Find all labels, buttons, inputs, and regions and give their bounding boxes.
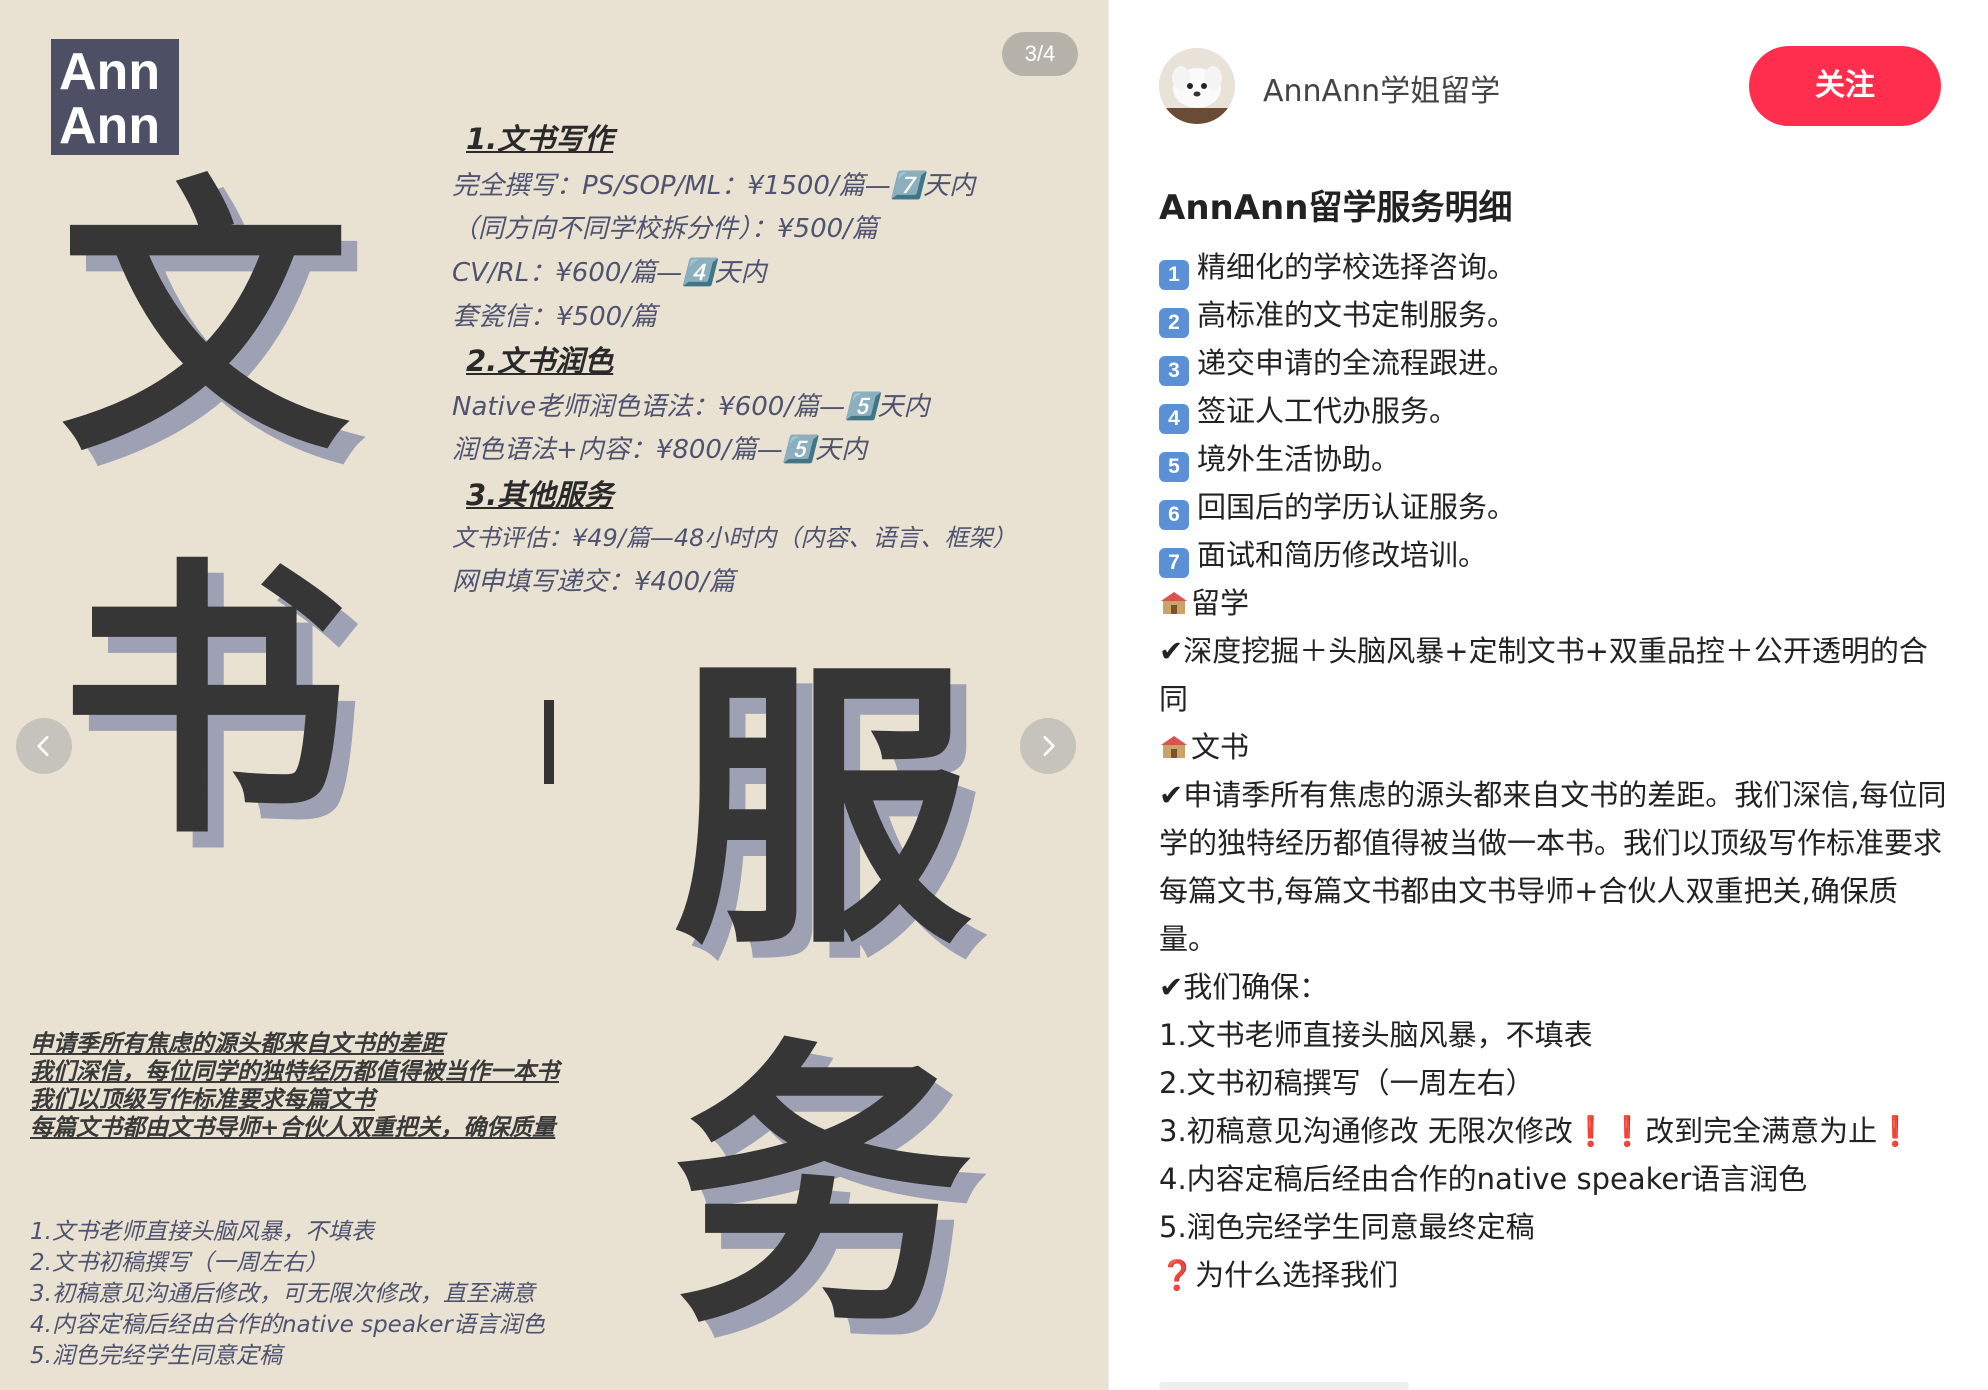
- school-icon: [1161, 736, 1187, 758]
- section-2-line-2: 润色语法+内容：¥800/篇—5️⃣天内: [452, 435, 868, 465]
- section-1-line-4: 套瓷信：¥500/篇: [452, 302, 657, 332]
- keycap-number-icon: 4: [1159, 404, 1189, 434]
- list-line-2: 2.文书初稿撰写（一周左右）: [30, 1250, 328, 1276]
- dog-avatar-icon: [1159, 48, 1235, 124]
- logo-line-1: Ann: [59, 43, 161, 101]
- docs-heading: 文书: [1159, 723, 1949, 771]
- chevron-right-icon: [1043, 736, 1055, 756]
- section-heading-2: 2.文书润色: [466, 344, 614, 378]
- section-1-line-3: CV/RL：¥600/篇—4️⃣天内: [452, 258, 767, 288]
- exclamation-icon: ❗: [1877, 1114, 1914, 1148]
- section-2-line-1: Native老师润色语法：¥600/篇—5️⃣天内: [452, 392, 930, 422]
- step-item: 1.文书老师直接头脑风暴，不填表: [1159, 1018, 1593, 1052]
- keycap-number-icon: 5: [1159, 452, 1189, 482]
- note-panel: AnnAnn学姐留学 关注 AnnAnn留学服务明细 1 精细化的学校选择咨询。 …: [1108, 0, 1988, 1390]
- service-item: 4 签证人工代办服务。: [1159, 387, 1949, 435]
- section-1-line-1: 完全撰写：PS/SOP/ML：¥1500/篇—7️⃣天内: [452, 171, 976, 201]
- docs-text: ✔申请季所有焦虑的源头都来自文书的差距。我们深信,每位同学的独特经历都值得被当做…: [1159, 778, 1947, 956]
- keycap-number-icon: 7: [1159, 548, 1189, 578]
- note-title: AnnAnn留学服务明细: [1159, 188, 1513, 228]
- avatar[interactable]: [1159, 48, 1235, 124]
- author-name[interactable]: AnnAnn学姐留学: [1263, 66, 1500, 110]
- annann-logo: Ann Ann: [51, 39, 179, 155]
- school-icon: [1161, 592, 1187, 614]
- service-item: 2 高标准的文书定制服务。: [1159, 291, 1949, 339]
- list-line-3: 3.初稿意见沟通后修改，可无限次修改，直至满意: [30, 1281, 535, 1307]
- follow-button[interactable]: 关注: [1749, 46, 1941, 126]
- keycap-number-icon: 3: [1159, 356, 1189, 386]
- big-char-shu: 书: [60, 536, 350, 873]
- step-item: 5.润色完经学生同意最终定稿: [1159, 1210, 1535, 1244]
- keycap-number-icon: 6: [1159, 500, 1189, 530]
- question-icon: ❓: [1159, 1258, 1196, 1292]
- section-3-line-1: 文书评估：¥49/篇—48小时内（内容、语言、框架）: [452, 524, 1017, 552]
- carousel-next-button[interactable]: [1020, 718, 1076, 774]
- bold-line-4: 每篇文书都由文书导师+合伙人双重把关，确保质量: [30, 1115, 556, 1141]
- list-line-4: 4.内容定稿后经由合作的native speaker语言润色: [30, 1312, 545, 1338]
- why-heading: ❓为什么选择我们: [1159, 1258, 1399, 1292]
- service-item: 3 递交申请的全流程跟进。: [1159, 339, 1949, 387]
- study-text: ✔深度挖掘＋头脑风暴+定制文书+双重品控＋公开透明的合同: [1159, 634, 1928, 716]
- service-item: 6 回国后的学历认证服务。: [1159, 483, 1949, 531]
- section-heading-1: 1.文书写作: [466, 122, 614, 156]
- section-3-line-2: 网申填写递交：¥400/篇: [452, 567, 735, 597]
- big-char-wu: 务: [672, 1015, 972, 1364]
- poster-image: Ann Ann 文 书 服 务 1.文书写作 完全撰写：PS/SOP/ML：¥1…: [0, 0, 1108, 1390]
- carousel-prev-button[interactable]: [16, 718, 72, 774]
- big-char-wen: 文: [60, 154, 350, 491]
- keycap-number-icon: 1: [1159, 260, 1189, 290]
- image-counter: 3/4: [1002, 32, 1078, 76]
- section-heading-3: 3.其他服务: [466, 478, 614, 512]
- keycap-number-icon: 2: [1159, 308, 1189, 338]
- ensure-heading: ✔我们确保：: [1159, 970, 1329, 1004]
- big-char-fu: 服: [672, 635, 972, 984]
- step-item: 3.初稿意见沟通修改 无限次修改❗❗改到完全满意为止❗: [1159, 1114, 1914, 1148]
- section-1-line-2: （同方向不同学校拆分件）：¥500/篇: [452, 214, 878, 244]
- note-body: 1 精细化的学校选择咨询。 2 高标准的文书定制服务。 3 递交申请的全流程跟进。 4…: [1159, 243, 1949, 1299]
- step-item: 2.文书初稿撰写（一周左右）: [1159, 1066, 1535, 1100]
- divider-bar: [544, 700, 554, 784]
- service-item: 1 精细化的学校选择咨询。: [1159, 243, 1949, 291]
- exclamation-icon: ❗❗: [1572, 1114, 1646, 1148]
- service-item: 7 面试和简历修改培训。: [1159, 531, 1949, 579]
- list-line-5: 5.润色完经学生同意定稿: [30, 1343, 282, 1369]
- image-carousel[interactable]: Ann Ann 文 书 服 务 1.文书写作 完全撰写：PS/SOP/ML：¥1…: [0, 0, 1108, 1390]
- list-line-1: 1.文书老师直接头脑风暴，不填表: [30, 1219, 374, 1245]
- logo-line-2: Ann: [59, 97, 161, 155]
- panel-bottom-stub: [1159, 1382, 1409, 1390]
- step-item: 4.内容定稿后经由合作的native speaker语言润色: [1159, 1162, 1808, 1196]
- chevron-left-icon: [37, 736, 49, 756]
- study-heading: 留学: [1159, 579, 1949, 627]
- service-item: 5 境外生活协助。: [1159, 435, 1949, 483]
